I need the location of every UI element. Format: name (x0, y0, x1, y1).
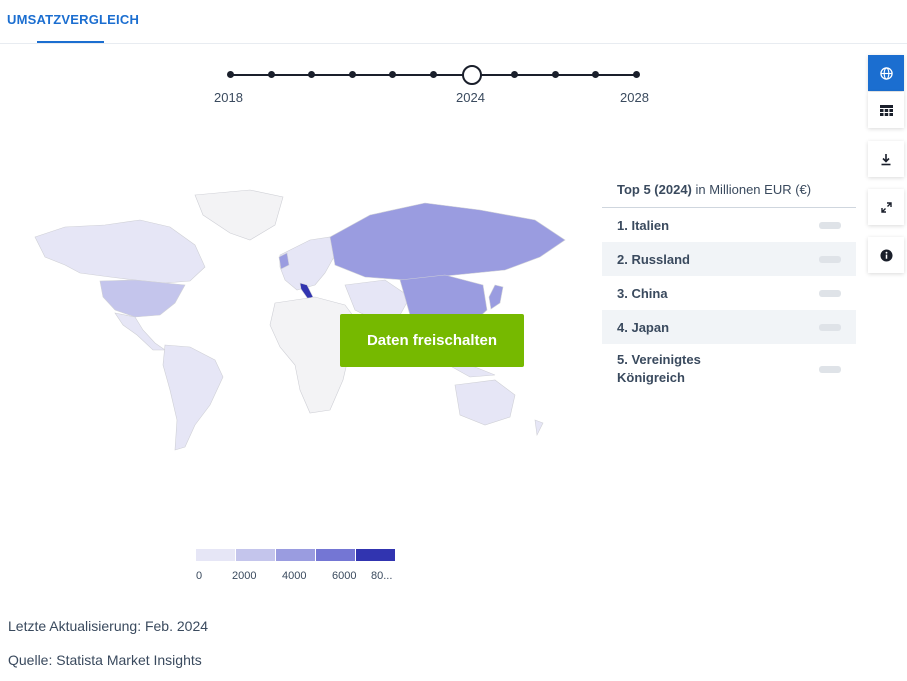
timeline-dot-2023[interactable] (430, 71, 437, 78)
top5-value-hidden-3 (819, 290, 841, 297)
timeline-dot-2020[interactable] (308, 71, 315, 78)
last-updated: Letzte Aktualisierung: Feb. 2024 (8, 618, 209, 634)
timeline-dot-2025[interactable] (511, 71, 518, 78)
table-icon (879, 104, 893, 116)
year-timeline: 2018 2024 2028 (200, 60, 670, 110)
top5-value-hidden-2 (819, 256, 841, 263)
tab-underline (37, 41, 104, 43)
info-button[interactable] (868, 237, 904, 273)
timeline-label-2028: 2028 (620, 90, 649, 105)
legend-label-2000: 2000 (232, 570, 257, 582)
top5-name-5: Vereinigtes Königreich (617, 352, 701, 385)
timeline-dot-2021[interactable] (349, 71, 356, 78)
legend-swatch-5 (356, 549, 396, 561)
top5-row-4: 4. Japan (602, 310, 856, 344)
top5-value-hidden-5 (819, 366, 841, 373)
legend-label-4000: 4000 (282, 570, 307, 582)
map-usa (99, 279, 186, 318)
tab-bar: UMSATZVERGLEICH (0, 0, 907, 44)
top5-item-5: 5. Vereinigtes Königreich (617, 351, 747, 387)
top5-row-2: 2. Russland (602, 242, 856, 276)
top5-name-2: Russland (631, 251, 690, 267)
timeline-dot-2019[interactable] (268, 71, 275, 78)
top5-rank-4: 4. (617, 319, 628, 335)
map-south-america (162, 344, 224, 451)
top5-panel: Top 5 (2024) in Millionen EUR (€) 1. Ita… (602, 172, 856, 394)
map-russia (329, 202, 566, 281)
map-japan (488, 284, 504, 310)
expand-icon (880, 201, 892, 213)
legend-swatch-3 (276, 549, 316, 561)
unlock-data-button[interactable]: Daten freischalten (340, 314, 524, 367)
top5-name-4: Japan (631, 319, 670, 335)
map-canada (34, 219, 206, 284)
timeline-dot-2026[interactable] (552, 71, 559, 78)
legend-label-0: 0 (196, 570, 203, 582)
top5-row-5: 5. Vereinigtes Königreich (602, 344, 856, 394)
top5-value-hidden-4 (819, 324, 841, 331)
timeline-label-2018: 2018 (214, 90, 243, 105)
timeline-dot-2018[interactable] (227, 71, 234, 78)
map-new-zealand (534, 419, 544, 437)
download-button[interactable] (868, 141, 904, 177)
top5-row-3: 3. China (602, 276, 856, 310)
top5-unit: in Millionen EUR (€) (691, 182, 812, 197)
timeline-label-2024: 2024 (456, 90, 485, 105)
top5-rank-5: 5. (617, 352, 628, 367)
download-icon (881, 153, 891, 165)
timeline-dot-2022[interactable] (389, 71, 396, 78)
top5-title: Top 5 (2024) (617, 182, 692, 197)
color-legend (196, 549, 396, 561)
top5-header: Top 5 (2024) in Millionen EUR (€) (602, 172, 856, 208)
tab-umsatzvergleich[interactable]: UMSATZVERGLEICH (7, 12, 139, 27)
info-icon (879, 248, 893, 262)
map-greenland (194, 189, 284, 241)
globe-icon (879, 66, 893, 80)
legend-swatch-4 (316, 549, 356, 561)
map-view-button[interactable] (868, 55, 904, 91)
map-mexico (114, 312, 166, 351)
timeline-dot-2028[interactable] (633, 71, 640, 78)
top5-value-hidden-1 (819, 222, 841, 229)
top5-rank-2: 2. (617, 251, 628, 267)
timeline-dot-2027[interactable] (592, 71, 599, 78)
top5-row-1: 1. Italien (602, 208, 856, 242)
legend-label-8000: 80... (371, 570, 393, 582)
top5-rank-3: 3. (617, 285, 628, 301)
legend-label-6000: 6000 (332, 570, 357, 582)
fullscreen-button[interactable] (868, 189, 904, 225)
timeline-selected-2024[interactable] (462, 65, 482, 85)
source: Quelle: Statista Market Insights (8, 652, 202, 668)
legend-swatch-2 (236, 549, 276, 561)
top5-name-3: China (631, 285, 668, 301)
legend-swatch-1 (196, 549, 236, 561)
top5-rank-1: 1. (617, 217, 628, 233)
top5-name-1: Italien (631, 217, 670, 233)
map-australia (454, 379, 516, 426)
table-view-button[interactable] (868, 92, 904, 128)
